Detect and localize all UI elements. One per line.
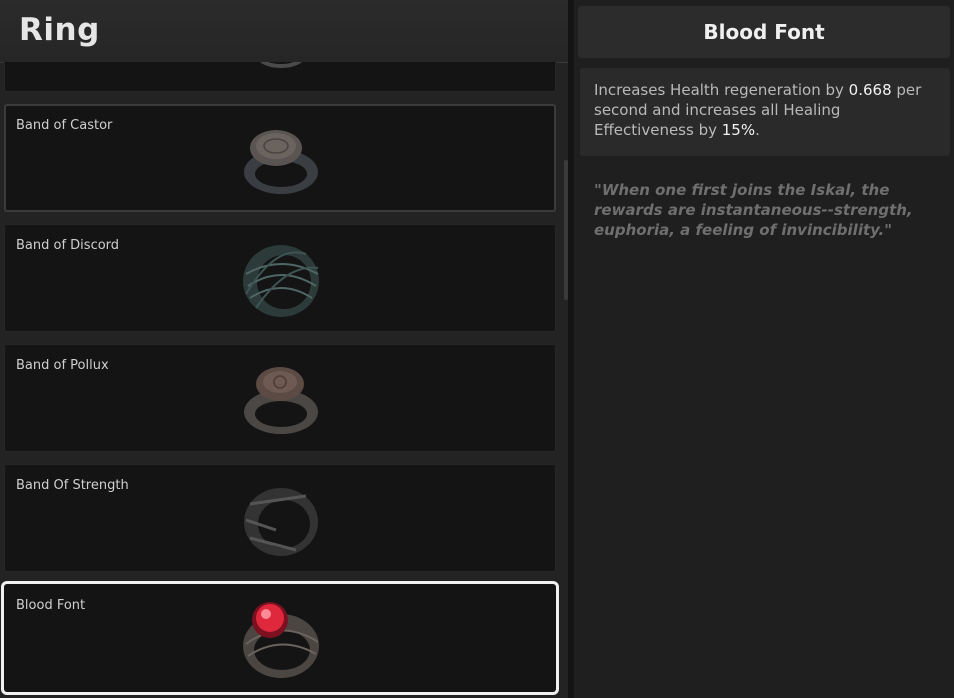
- item-title: Blood Font: [703, 20, 825, 44]
- wrapped-band-ring-icon: [244, 488, 318, 556]
- ring-name: Blood Font: [16, 598, 86, 613]
- ring-card[interactable]: Band of Pollux: [4, 344, 556, 452]
- effect-description-box: Increases Health regeneration by 0.668 p…: [580, 68, 950, 156]
- signet-ring-icon: [244, 130, 318, 194]
- regen-value: 0.668: [848, 81, 892, 99]
- detail-header: Blood Font: [578, 6, 950, 58]
- ring-card[interactable]: Band Of Strength: [4, 464, 556, 572]
- ring-name: Band Of Strength: [16, 478, 129, 493]
- signet-ring-icon: [244, 367, 318, 434]
- ring-list[interactable]: Band of Castor Band of Discord Band of P…: [0, 62, 562, 698]
- ring-icon: [260, 62, 302, 68]
- item-list-pane: Ring Band of Castor Band of Discord Band…: [0, 0, 568, 698]
- effect-description: Increases Health regeneration by 0.668 p…: [594, 80, 942, 140]
- category-title: Ring: [19, 12, 100, 48]
- flavor-text: "When one first joins the Iskal, the rew…: [594, 181, 913, 239]
- ring-card-selected[interactable]: Blood Font: [4, 584, 556, 692]
- item-detail-pane: Blood Font Increases Health regeneration…: [574, 0, 954, 698]
- effect-text-part: .: [755, 121, 760, 139]
- ring-card-partial[interactable]: [4, 62, 556, 92]
- ring-name: Band of Castor: [16, 118, 113, 133]
- healing-value: 15%: [721, 121, 756, 139]
- ring-name: Band of Pollux: [16, 358, 109, 373]
- effect-text-part: Increases Health regeneration by: [594, 81, 849, 99]
- woven-band-ring-icon: [243, 245, 319, 317]
- ring-card[interactable]: Band of Discord: [4, 224, 556, 332]
- ring-name: Band of Discord: [16, 238, 120, 253]
- ring-card[interactable]: Band of Castor: [4, 104, 556, 212]
- category-header: Ring: [0, 0, 568, 63]
- red-gem-ring-icon: [243, 602, 319, 678]
